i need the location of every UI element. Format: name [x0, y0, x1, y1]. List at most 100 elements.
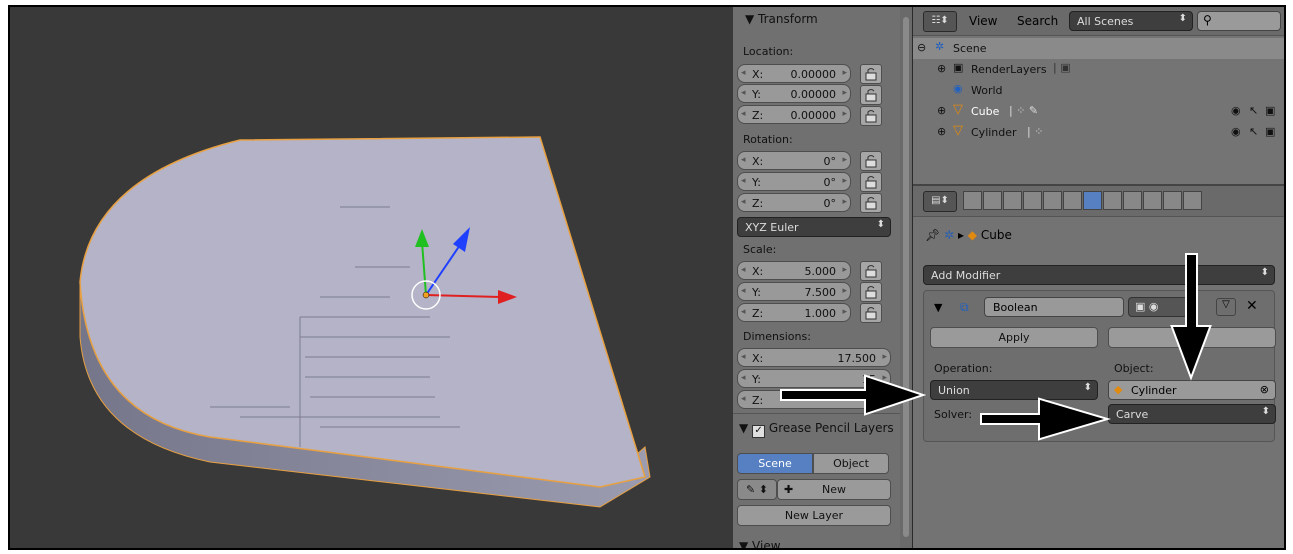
view-panel-header[interactable]: ▼ View: [739, 539, 781, 550]
modifier-visibility-toggles[interactable]: ▣ ◉: [1128, 297, 1188, 317]
lock-rotation-z-button[interactable]: [860, 193, 882, 213]
field-value: 0.00000: [790, 88, 837, 101]
dimension-z-field[interactable]: ◂ Z: ▸: [737, 390, 891, 409]
rotation-mode-dropdown[interactable]: XYZ Euler ⬍: [737, 217, 891, 237]
camera-render-icon[interactable]: ▣: [1265, 104, 1275, 117]
updown-arrows-icon: ⬍: [1178, 13, 1187, 24]
lock-rotation-y-button[interactable]: [860, 172, 882, 192]
3d-viewport[interactable]: [10, 7, 733, 548]
operation-dropdown[interactable]: Union ⬍: [930, 380, 1098, 400]
eye-icon[interactable]: ◉: [1231, 125, 1241, 138]
cursor-select-icon[interactable]: ↖: [1249, 125, 1258, 138]
item-label: Cylinder: [971, 126, 1017, 139]
data-tab-icon[interactable]: [1103, 191, 1122, 210]
outliner-search-field[interactable]: ⚲: [1197, 11, 1281, 31]
display-mode-dropdown[interactable]: All Scenes ⬍: [1069, 11, 1193, 31]
modifier-name-field[interactable]: Boolean: [984, 297, 1124, 317]
axis-label: Z:: [752, 109, 764, 122]
scale-x-field[interactable]: ◂ X: 5.000 ▸: [737, 261, 851, 280]
camera-render-icon[interactable]: ▣: [1265, 125, 1275, 138]
outliner-item-renderlayers[interactable]: ⊕ ▣ RenderLayers | ▣: [913, 59, 1284, 80]
expand-arrow-icon: ▼: [739, 421, 749, 435]
rotation-x-field[interactable]: ◂ X: 0° ▸: [737, 151, 851, 170]
world-tab-icon[interactable]: [1023, 191, 1042, 210]
outliner-item-cube[interactable]: ⊕ ▽ Cube | ⁘ ✎ ◉ ↖ ▣: [913, 101, 1284, 122]
axis-label: Y:: [752, 176, 761, 189]
grease-pencil-checkbox[interactable]: ✓: [752, 425, 766, 438]
render-toggle-icon[interactable]: ▣: [1135, 300, 1145, 313]
lock-icon: [865, 155, 877, 168]
scrollbar-thumb[interactable]: [903, 17, 909, 537]
apply-button[interactable]: Apply: [930, 327, 1098, 348]
mesh-object-icon: ▽: [953, 102, 963, 117]
dimension-x-field[interactable]: ◂ X: 17.500 ▸: [737, 348, 891, 367]
scale-z-field[interactable]: ◂ Z: 1.000 ▸: [737, 303, 851, 322]
pin-icon[interactable]: 📌︎: [925, 228, 940, 242]
physics-tab-icon[interactable]: [1183, 191, 1202, 210]
material-tab-icon[interactable]: [1123, 191, 1142, 210]
lock-location-x-button[interactable]: [860, 64, 882, 84]
solver-dropdown[interactable]: Carve ⬍: [1108, 404, 1276, 424]
particles-tab-icon[interactable]: [1163, 191, 1182, 210]
constraints-tab-icon[interactable]: [1063, 191, 1082, 210]
lock-location-y-button[interactable]: [860, 85, 882, 105]
lock-scale-x-button[interactable]: [860, 261, 882, 281]
editor-type-button[interactable]: ☷⬍: [923, 11, 957, 32]
outliner-item-scene[interactable]: ⊖ ✲ Scene: [913, 38, 1284, 59]
updown-arrows-icon: ⬍: [1261, 406, 1270, 417]
new-button[interactable]: ✚ New: [777, 479, 891, 500]
editor-type-button[interactable]: ▤⬍: [923, 191, 957, 212]
location-y-field[interactable]: ◂ Y: 0.00000 ▸: [737, 84, 851, 103]
blender-window: ▼ Transform Location: ◂ X: 0.00000 ▸ ◂ Y: 0.0…: [8, 5, 1286, 550]
rotation-y-field[interactable]: ◂ Y: 0° ▸: [737, 172, 851, 191]
lock-rotation-x-button[interactable]: [860, 151, 882, 171]
scale-label: Scale:: [743, 243, 777, 256]
pencil-dropdown[interactable]: ✎ ⬍: [737, 479, 777, 500]
move-down-icon[interactable]: ▽: [1216, 298, 1236, 316]
eye-icon[interactable]: ◉: [1231, 104, 1241, 117]
scene-tab-icon[interactable]: [1003, 191, 1022, 210]
remove-modifier-icon[interactable]: ✕: [1246, 298, 1258, 314]
dimension-y-field[interactable]: ◂ Y: 15 ▸: [737, 369, 891, 388]
viewport-eye-icon[interactable]: ◉: [1149, 300, 1159, 313]
lock-location-z-button[interactable]: [860, 106, 882, 126]
rotation-z-field[interactable]: ◂ Z: 0° ▸: [737, 193, 851, 212]
axis-label: Z:: [752, 307, 764, 320]
grease-pencil-header[interactable]: ▼ ✓ Grease Pencil Layers: [739, 421, 894, 438]
outliner: ☷⬍ View Search All Scenes ⬍ ⚲ ⊖ ✲ Scene ⊕…: [913, 7, 1284, 184]
lock-scale-y-button[interactable]: [860, 282, 882, 302]
render-layers-tab-icon[interactable]: [983, 191, 1002, 210]
viewport-canvas[interactable]: [10, 7, 733, 548]
properties-icon: ▤⬍: [931, 195, 949, 206]
copy-button[interactable]: C: [1108, 327, 1276, 348]
outliner-item-cylinder[interactable]: ⊕ ▽ Cylinder | ⁘ ◉ ↖ ▣: [913, 122, 1284, 143]
object-label: Object:: [1114, 362, 1154, 375]
lock-scale-z-button[interactable]: [860, 303, 882, 323]
lock-icon: [865, 110, 877, 123]
display-mode-value: All Scenes: [1077, 15, 1134, 28]
object-field[interactable]: ◆ Cylinder ⊗: [1108, 380, 1276, 400]
scale-y-field[interactable]: ◂ Y: 7.500 ▸: [737, 282, 851, 301]
modifiers-wrench-tab-icon[interactable]: [1083, 191, 1102, 210]
clear-field-icon[interactable]: ⊗: [1260, 383, 1269, 396]
add-modifier-dropdown[interactable]: Add Modifier ⬍: [923, 265, 1275, 285]
solver-value: Carve: [1116, 408, 1149, 421]
boolean-modifier-panel: ▼ ⧉ Boolean ▣ ◉ ▽ ✕ Apply C Operation: O…: [923, 290, 1276, 442]
location-x-field[interactable]: ◂ X: 0.00000 ▸: [737, 64, 851, 83]
view-title: View: [752, 539, 781, 550]
new-layer-button[interactable]: New Layer: [737, 505, 891, 526]
cursor-select-icon[interactable]: ↖: [1249, 104, 1258, 117]
transform-panel-header[interactable]: ▼ Transform: [745, 12, 818, 26]
search-menu[interactable]: Search: [1017, 14, 1058, 28]
lock-icon: [865, 265, 877, 278]
outliner-item-world[interactable]: ◉ World: [913, 80, 1284, 101]
object-tab-icon[interactable]: [1043, 191, 1062, 210]
collapse-arrow-icon[interactable]: ▼: [934, 301, 942, 314]
texture-tab-icon[interactable]: [1143, 191, 1162, 210]
location-z-field[interactable]: ◂ Z: 0.00000 ▸: [737, 105, 851, 124]
view-menu[interactable]: View: [969, 14, 997, 28]
render-tab-icon[interactable]: [963, 191, 982, 210]
tab-object[interactable]: Object: [813, 453, 889, 474]
cube-object-icon: ◆: [967, 228, 978, 242]
tab-scene[interactable]: Scene: [737, 453, 813, 474]
